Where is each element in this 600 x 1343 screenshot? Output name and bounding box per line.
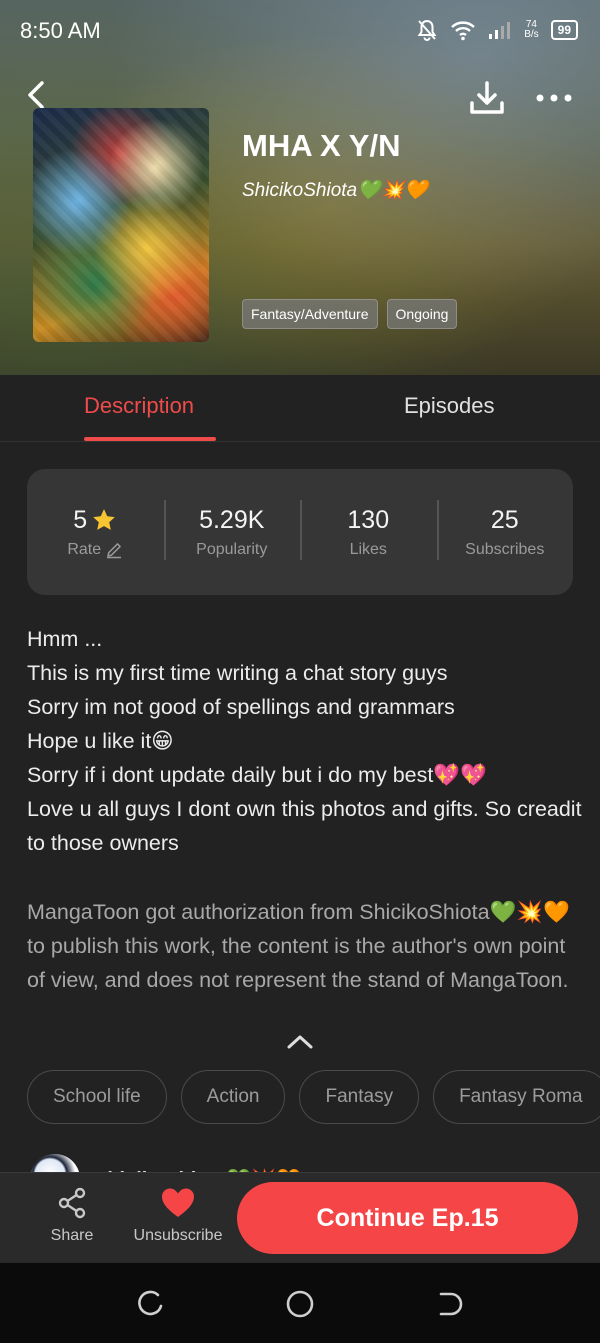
tab-description[interactable]: Description <box>84 393 194 419</box>
status-tag: Ongoing <box>386 299 458 329</box>
cover-texture <box>33 108 209 342</box>
stat-likes-value: 130 <box>347 505 390 534</box>
signal-icon <box>489 22 511 39</box>
stat-rate-label: Rate <box>67 540 102 558</box>
description-line: This is my first time writing a chat sto… <box>27 661 448 685</box>
description-line: Hope u like it😁 <box>27 729 174 753</box>
topic-tag[interactable]: Fantasy Roma <box>433 1070 600 1124</box>
description-line: Hmm ... <box>27 627 103 651</box>
heart-icon <box>162 1188 194 1217</box>
stat-subscribes: 25 Subscribes <box>436 499 574 560</box>
stat-rate-value-row: 5 <box>27 506 164 535</box>
share-icon <box>58 1187 86 1219</box>
back-arrow-icon[interactable] <box>24 80 50 110</box>
tab-episodes[interactable]: Episodes <box>404 393 495 419</box>
stat-popularity-label: Popularity <box>196 540 268 558</box>
back-nav-icon[interactable] <box>435 1289 465 1319</box>
description-text: Hmm ... This is my first time writing a … <box>27 622 587 860</box>
wifi-icon <box>451 21 476 41</box>
network-speed: 74 B/s <box>524 20 538 40</box>
continue-reading-button[interactable]: Continue Ep.15 <box>237 1182 578 1254</box>
genre-tags: Fantasy/Adventure Ongoing <box>242 299 458 329</box>
stat-subscribes-value: 25 <box>490 505 519 534</box>
topic-tag[interactable]: School life <box>27 1070 167 1124</box>
stat-likes: 130 Likes <box>300 499 437 560</box>
stat-subscribes-label: Subscribes <box>465 540 545 558</box>
stats-card: 5 Rate 5.29K Popularity 130 Likes 25 Sub… <box>27 469 573 595</box>
system-nav-bar <box>0 1263 600 1343</box>
status-bar: 8:50 AM 74 B/s 99 <box>0 0 600 60</box>
author-name[interactable]: ShicikoShiota💚💥🧡 <box>242 178 428 202</box>
stat-rate[interactable]: 5 Rate <box>27 506 164 559</box>
stat-popularity: 5.29K Popularity <box>163 499 301 560</box>
bottom-action-bar: Share Unsubscribe Continue Ep.15 <box>0 1172 600 1263</box>
genre-tag[interactable]: Fantasy/Adventure <box>242 299 378 329</box>
home-icon[interactable] <box>285 1289 315 1319</box>
description-line: Sorry if i dont update daily but i do my… <box>27 763 487 787</box>
star-icon <box>93 509 116 530</box>
topic-tag[interactable]: Action <box>180 1070 286 1124</box>
download-icon[interactable] <box>468 80 506 116</box>
status-icons: 74 B/s 99 <box>416 18 578 42</box>
notifications-off-icon <box>417 19 437 41</box>
authorization-notice: MangaToon got authorization from Shiciko… <box>27 900 570 992</box>
topic-tags: School life Action Fantasy Fantasy Roma <box>27 1070 600 1124</box>
active-tab-indicator <box>84 437 216 441</box>
unsubscribe-label: Unsubscribe <box>133 1227 223 1244</box>
description-line: Sorry im not good of spellings and gramm… <box>27 695 455 719</box>
stat-likes-label: Likes <box>349 540 387 558</box>
recent-apps-icon[interactable] <box>136 1289 166 1319</box>
battery-indicator: 99 <box>550 20 578 40</box>
status-time: 8:50 AM <box>20 18 101 43</box>
topic-tag[interactable]: Fantasy <box>299 1070 420 1124</box>
edit-pencil-icon[interactable] <box>105 541 123 559</box>
work-title: MHA X Y/N <box>242 128 401 163</box>
stat-popularity-value: 5.29K <box>199 505 265 534</box>
stat-rate-label-row: Rate <box>27 541 164 559</box>
stat-rate-value: 5 <box>73 505 88 534</box>
chevron-up-icon[interactable] <box>286 1032 314 1052</box>
work-header: 8:50 AM 74 B/s 99 MHA X Y/N ShicikoShiot… <box>0 0 600 375</box>
tab-bar: Description Episodes <box>0 375 600 442</box>
unsubscribe-button[interactable]: Unsubscribe <box>130 1187 226 1245</box>
cover-image <box>33 108 209 342</box>
share-label: Share <box>50 1227 94 1244</box>
more-options-icon[interactable] <box>534 90 574 106</box>
network-speed-unit: B/s <box>524 29 539 40</box>
description-line: Love u all guys I dont own this photos a… <box>27 797 582 855</box>
share-button[interactable]: Share <box>44 1187 100 1245</box>
